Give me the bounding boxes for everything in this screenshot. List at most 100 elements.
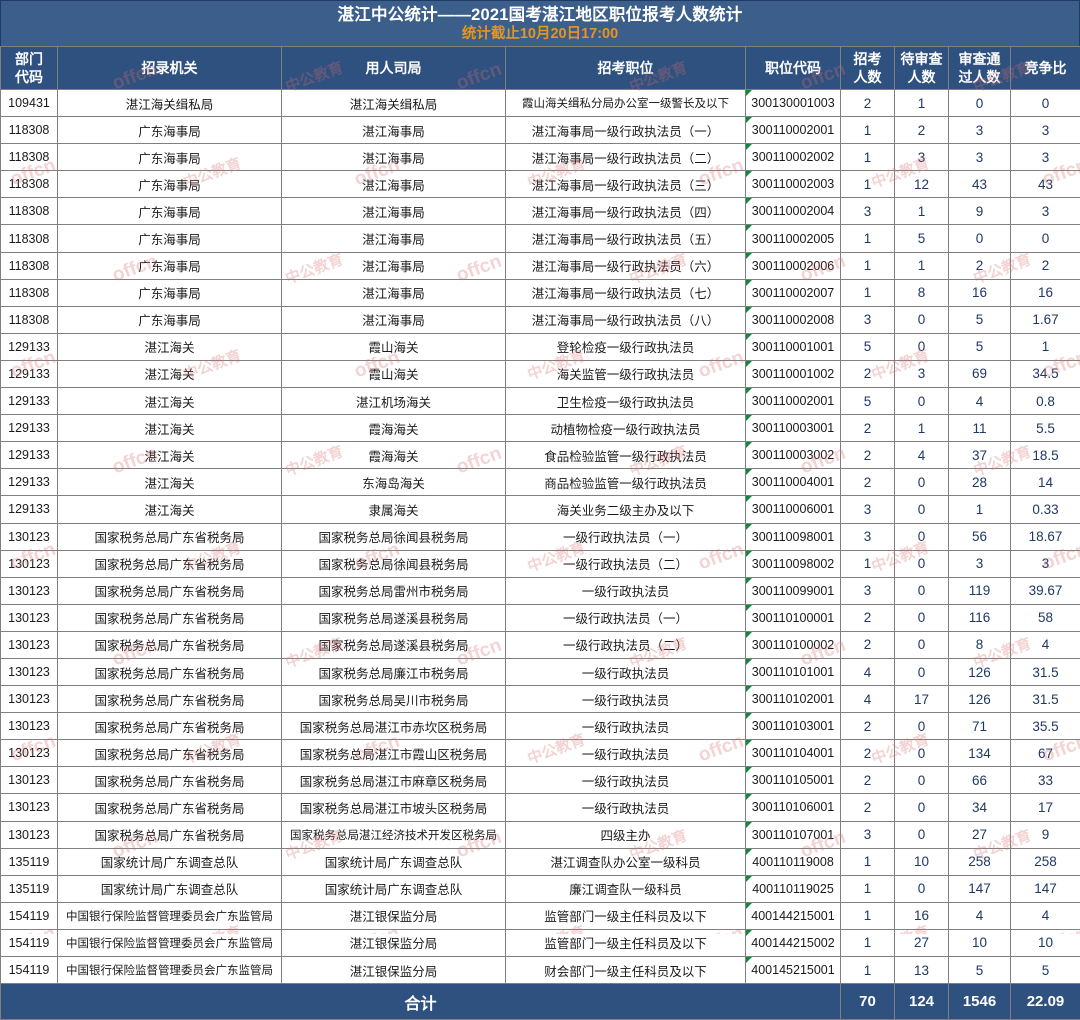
cell-agency: 中国银行保险监督管理委员会广东监管局 bbox=[58, 929, 282, 956]
table-row: 118308广东海事局湛江海事局湛江海事局一级行政执法员（二）300110002… bbox=[1, 144, 1080, 171]
cell-position: 监管部门一级主任科员及以下 bbox=[506, 902, 746, 929]
cell-job-code: 300110098002 bbox=[746, 550, 841, 577]
column-header-recruit-count: 招考 人数 bbox=[841, 47, 895, 90]
table-row: 135119国家统计局广东调查总队国家统计局广东调查总队湛江调查队办公室一级科员… bbox=[1, 848, 1080, 875]
table-row: 118308广东海事局湛江海事局湛江海事局一级行政执法员（五）300110002… bbox=[1, 225, 1080, 252]
column-header-job-code: 职位代码 bbox=[746, 47, 841, 90]
cell-position: 湛江海事局一级行政执法员（四） bbox=[506, 198, 746, 225]
cell-passed: 147 bbox=[949, 875, 1011, 902]
cell-recruit: 1 bbox=[841, 252, 895, 279]
cell-department: 湛江海事局 bbox=[282, 252, 506, 279]
table-row: 130123国家税务总局广东省税务局国家税务总局湛江经济技术开发区税务局四级主办… bbox=[1, 821, 1080, 848]
cell-agency: 国家税务总局广东省税务局 bbox=[58, 767, 282, 794]
cell-department: 国家税务总局湛江市霞山区税务局 bbox=[282, 740, 506, 767]
cell-recruit: 2 bbox=[841, 740, 895, 767]
cell-ratio: 67 bbox=[1011, 740, 1080, 767]
cell-position: 廉江调查队一级科员 bbox=[506, 875, 746, 902]
cell-department: 国家税务总局吴川市税务局 bbox=[282, 686, 506, 713]
cell-agency: 湛江海关 bbox=[58, 415, 282, 442]
table-row: 118308广东海事局湛江海事局湛江海事局一级行政执法员（八）300110002… bbox=[1, 306, 1080, 333]
cell-pending: 0 bbox=[895, 875, 949, 902]
cell-position: 动植物检疫一级行政执法员 bbox=[506, 415, 746, 442]
table-row: 130123国家税务总局广东省税务局国家税务总局湛江市赤坎区税务局一级行政执法员… bbox=[1, 713, 1080, 740]
cell-recruit: 2 bbox=[841, 767, 895, 794]
cell-department: 霞海海关 bbox=[282, 442, 506, 469]
cell-position: 一级行政执法员 bbox=[506, 794, 746, 821]
cell-passed: 5 bbox=[949, 333, 1011, 360]
cell-passed: 0 bbox=[949, 90, 1011, 117]
cell-recruit: 1 bbox=[841, 144, 895, 171]
cell-position: 湛江海事局一级行政执法员（二） bbox=[506, 144, 746, 171]
table-row: 130123国家税务总局广东省税务局国家税务总局遂溪县税务局一级行政执法员（二）… bbox=[1, 631, 1080, 658]
cell-dept-code: 129133 bbox=[1, 496, 58, 523]
header-line-1: 审查通 bbox=[949, 50, 1010, 68]
cell-ratio: 1.67 bbox=[1011, 306, 1080, 333]
cell-pending: 0 bbox=[895, 821, 949, 848]
cell-agency: 广东海事局 bbox=[58, 306, 282, 333]
cell-job-code: 400144215001 bbox=[746, 902, 841, 929]
cell-position: 一级行政执法员（二） bbox=[506, 550, 746, 577]
cell-job-code: 300110002004 bbox=[746, 198, 841, 225]
cell-ratio: 5 bbox=[1011, 957, 1080, 984]
cell-ratio: 39.67 bbox=[1011, 577, 1080, 604]
cell-ratio: 35.5 bbox=[1011, 713, 1080, 740]
cell-ratio: 0.8 bbox=[1011, 388, 1080, 415]
total-pending: 124 bbox=[895, 984, 949, 1020]
cell-dept-code: 130123 bbox=[1, 550, 58, 577]
cell-passed: 126 bbox=[949, 658, 1011, 685]
cell-dept-code: 130123 bbox=[1, 740, 58, 767]
cell-recruit: 1 bbox=[841, 957, 895, 984]
cell-position: 卫生检疫一级行政执法员 bbox=[506, 388, 746, 415]
table-row: 118308广东海事局湛江海事局湛江海事局一级行政执法员（七）300110002… bbox=[1, 279, 1080, 306]
cell-position: 一级行政执法员 bbox=[506, 713, 746, 740]
cell-department: 湛江海事局 bbox=[282, 198, 506, 225]
table-row: 135119国家统计局广东调查总队国家统计局广东调查总队廉江调查队一级科员400… bbox=[1, 875, 1080, 902]
cell-position: 监管部门一级主任科员及以下 bbox=[506, 929, 746, 956]
cell-position: 食品检验监管一级行政执法员 bbox=[506, 442, 746, 469]
table-footer: 合计 70 124 1546 22.09 bbox=[1, 984, 1080, 1020]
cell-job-code: 300110001002 bbox=[746, 360, 841, 387]
cell-department: 国家税务总局徐闻县税务局 bbox=[282, 523, 506, 550]
cell-passed: 116 bbox=[949, 604, 1011, 631]
table-row: 129133湛江海关湛江机场海关卫生检疫一级行政执法员3001100020015… bbox=[1, 388, 1080, 415]
cell-department: 湛江海事局 bbox=[282, 279, 506, 306]
cell-passed: 4 bbox=[949, 902, 1011, 929]
cell-recruit: 1 bbox=[841, 848, 895, 875]
cell-ratio: 18.5 bbox=[1011, 442, 1080, 469]
cell-department: 湛江海关缉私局 bbox=[282, 90, 506, 117]
cell-position: 海关业务二级主办及以下 bbox=[506, 496, 746, 523]
cell-passed: 0 bbox=[949, 225, 1011, 252]
cell-job-code: 300110105001 bbox=[746, 767, 841, 794]
header-line-1: 招考 bbox=[841, 50, 894, 68]
cell-agency: 广东海事局 bbox=[58, 171, 282, 198]
cell-dept-code: 109431 bbox=[1, 90, 58, 117]
cell-passed: 10 bbox=[949, 929, 1011, 956]
table-row: 129133湛江海关霞海海关食品检验监管一级行政执法员3001100030022… bbox=[1, 442, 1080, 469]
table-row: 129133湛江海关霞山海关登轮检疫一级行政执法员300110001001505… bbox=[1, 333, 1080, 360]
cell-position: 一级行政执法员（二） bbox=[506, 631, 746, 658]
cell-recruit: 3 bbox=[841, 577, 895, 604]
header-line-1: 招录机关 bbox=[142, 60, 198, 76]
cell-agency: 湛江海关 bbox=[58, 442, 282, 469]
total-recruit: 70 bbox=[841, 984, 895, 1020]
cell-job-code: 300110099001 bbox=[746, 577, 841, 604]
cell-position: 一级行政执法员 bbox=[506, 658, 746, 685]
cell-passed: 11 bbox=[949, 415, 1011, 442]
cell-agency: 国家税务总局广东省税务局 bbox=[58, 794, 282, 821]
cell-job-code: 300110100002 bbox=[746, 631, 841, 658]
cell-dept-code: 118308 bbox=[1, 252, 58, 279]
cell-pending: 1 bbox=[895, 252, 949, 279]
cell-ratio: 0.33 bbox=[1011, 496, 1080, 523]
total-row: 合计 70 124 1546 22.09 bbox=[1, 984, 1080, 1020]
cell-recruit: 1 bbox=[841, 279, 895, 306]
cell-ratio: 147 bbox=[1011, 875, 1080, 902]
cell-ratio: 58 bbox=[1011, 604, 1080, 631]
title-banner: 湛江中公统计——2021国考湛江地区职位报考人数统计 统计截止10月20日17:… bbox=[0, 0, 1080, 46]
cell-recruit: 2 bbox=[841, 360, 895, 387]
cell-recruit: 3 bbox=[841, 821, 895, 848]
cell-passed: 119 bbox=[949, 577, 1011, 604]
cell-ratio: 17 bbox=[1011, 794, 1080, 821]
cell-dept-code: 130123 bbox=[1, 604, 58, 631]
cell-position: 商品检验监管一级行政执法员 bbox=[506, 469, 746, 496]
cell-dept-code: 130123 bbox=[1, 686, 58, 713]
